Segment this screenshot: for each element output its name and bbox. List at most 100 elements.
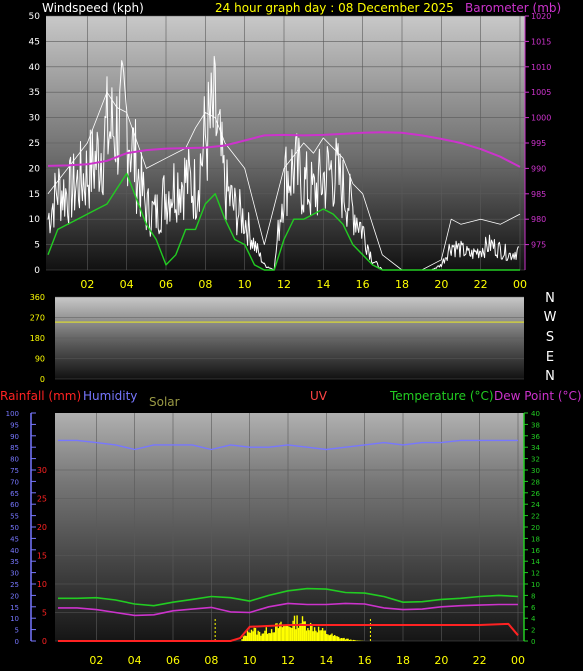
temp-y-tick-label: 10	[531, 581, 540, 589]
solar-title: Solar	[149, 395, 180, 409]
solar-bar	[334, 635, 336, 641]
temp-y-tick-label: 4	[531, 615, 536, 623]
solar-bar	[284, 624, 286, 641]
humidity-y-tick-label: 75	[10, 467, 19, 475]
humidity-y-tick-label: 25	[10, 581, 19, 589]
temp-y-tick-label: 6	[531, 604, 536, 612]
wind-x-tick-label: 08	[198, 278, 212, 291]
solar-bar	[321, 628, 324, 641]
solar-bar	[343, 637, 345, 641]
solar-bar	[316, 632, 318, 641]
rain-y-tick-label: 30	[37, 466, 47, 475]
baro-y-tick-label: 975	[531, 241, 546, 250]
dir-label-w: W	[544, 310, 557, 325]
baro-y-tick-label: 985	[531, 190, 546, 199]
climate-x-tick-label: 10	[243, 654, 257, 667]
solar-bar	[354, 640, 356, 641]
humidity-y-tick-label: 10	[10, 615, 19, 623]
solar-bar	[273, 632, 275, 641]
temperature-title: Temperature (°C)	[389, 389, 494, 403]
solar-bar	[253, 627, 255, 641]
climate-x-tick-label: 16	[358, 654, 372, 667]
solar-bar	[291, 627, 293, 641]
graph-title: 24 hour graph day : 08 December 2025	[215, 1, 454, 15]
wind-x-tick-label: 00	[513, 278, 527, 291]
solar-bar	[257, 630, 259, 641]
weather-chart: Windspeed (kph) 24 hour graph day : 08 D…	[0, 1, 582, 667]
solar-bar	[327, 634, 329, 641]
solar-bar	[266, 633, 269, 641]
baro-y-tick-label: 990	[531, 164, 546, 173]
climate-x-tick-label: 00	[511, 654, 525, 667]
solar-bar	[319, 630, 321, 641]
solar-bar	[307, 628, 309, 641]
solar-bar	[289, 627, 292, 641]
solar-bar	[265, 627, 267, 641]
solar-bar	[296, 615, 298, 641]
wind-y-tick-label: 25	[29, 139, 40, 149]
solar-bar	[269, 633, 271, 641]
baro-y-tick-label: 1010	[531, 63, 551, 72]
solar-bar	[313, 627, 316, 641]
climate-x-tick-label: 06	[166, 654, 180, 667]
wind-x-tick-label: 20	[434, 278, 448, 291]
humidity-y-tick-label: 60	[10, 501, 19, 509]
dir-label-n-bottom: N	[545, 369, 555, 384]
baro-y-tick-label: 1005	[531, 88, 551, 97]
solar-bar	[248, 632, 250, 641]
temp-y-tick-label: 12	[531, 570, 540, 578]
climate-x-tick-label: 08	[204, 654, 218, 667]
rain-y-tick-label: 0	[42, 637, 47, 646]
rain-y-tick-label: 15	[37, 552, 47, 561]
solar-bar	[344, 639, 347, 641]
wind-y-tick-label: 0	[34, 266, 40, 276]
solar-bar	[262, 633, 265, 641]
baro-y-tick-label: 980	[531, 215, 546, 224]
solar-bar	[336, 636, 339, 641]
baro-y-tick-label: 1020	[531, 12, 551, 21]
solar-bar	[264, 630, 266, 641]
solar-bar	[272, 632, 274, 641]
solar-bar	[350, 639, 352, 641]
humidity-y-tick-label: 85	[10, 444, 19, 452]
dir-y-tick-label: 270	[30, 314, 45, 323]
wind-y-tick-label: 50	[29, 12, 41, 22]
solar-bar	[244, 635, 246, 641]
wind-axis-title: Windspeed (kph)	[42, 1, 144, 15]
temp-y-tick-label: 18	[531, 535, 540, 543]
temp-y-tick-label: 32	[531, 456, 540, 464]
wind-y-tick-label: 35	[29, 88, 40, 98]
temp-y-tick-label: 24	[531, 501, 540, 509]
wind-x-tick-label: 10	[238, 278, 252, 291]
solar-bar	[338, 636, 340, 641]
dewpoint-title: Dew Point (°C)	[494, 389, 582, 403]
dir-y-tick-label: 0	[40, 375, 45, 384]
solar-bar	[328, 635, 330, 641]
wind-y-tick-label: 40	[29, 63, 41, 73]
solar-bar	[295, 629, 297, 641]
wind-y-tick-label: 15	[29, 190, 40, 200]
wind-x-tick-label: 18	[395, 278, 409, 291]
temp-y-tick-label: 34	[531, 444, 540, 452]
wind-x-tick-label: 02	[80, 278, 94, 291]
solar-bar	[332, 635, 335, 641]
solar-bar	[347, 638, 349, 641]
solar-bar	[301, 616, 304, 641]
humidity-title: Humidity	[83, 389, 137, 403]
solar-bar	[342, 638, 344, 641]
solar-bar	[277, 628, 280, 641]
wind-x-tick-label: 22	[474, 278, 488, 291]
wind-x-tick-label: 04	[120, 278, 134, 291]
temp-y-tick-label: 16	[531, 547, 540, 555]
dir-label-n-top: N	[545, 291, 555, 306]
solar-bar	[311, 624, 313, 641]
solar-bar	[330, 634, 332, 641]
solar-bar	[256, 634, 258, 641]
solar-bar	[339, 638, 341, 641]
solar-bar	[288, 626, 290, 641]
dir-y-tick-label: 90	[35, 355, 45, 364]
solar-bar	[323, 630, 325, 641]
temp-y-tick-label: 40	[531, 410, 540, 418]
wind-y-tick-label: 45	[29, 37, 40, 47]
dir-label-e: E	[546, 350, 554, 365]
